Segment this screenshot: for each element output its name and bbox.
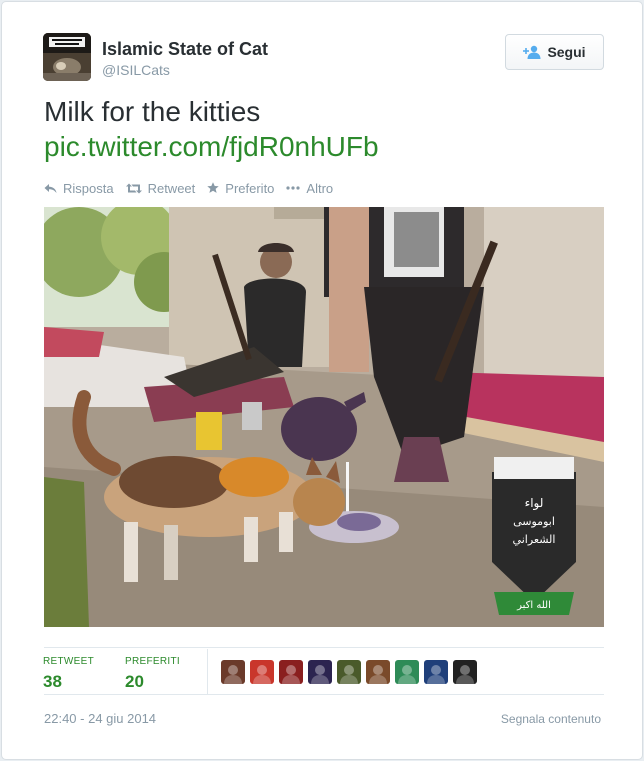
tweet-actions: Risposta Retweet Preferito Altro	[44, 179, 333, 197]
star-icon	[207, 182, 219, 194]
follow-button[interactable]: Segui	[505, 34, 604, 70]
avatar-image	[43, 33, 91, 81]
emblem-banner: الله اكبر	[516, 600, 551, 611]
retweet-stat[interactable]: RETWEET 38	[43, 656, 94, 692]
stats-separator	[207, 649, 208, 694]
retweet-action[interactable]: Retweet	[125, 180, 196, 196]
retweet-label: Retweet	[147, 180, 196, 196]
user-avatar[interactable]	[366, 660, 390, 684]
reply-label: Risposta	[63, 180, 114, 196]
author-avatar[interactable]	[43, 33, 91, 81]
more-label: Altro	[306, 180, 334, 196]
stats-bottom-divider	[44, 694, 604, 695]
retweet-icon	[125, 183, 142, 194]
retweet-count: 38	[43, 672, 62, 691]
user-avatar[interactable]	[308, 660, 332, 684]
emblem-line-3: الشعراني	[513, 533, 556, 546]
favoriting-users	[221, 660, 477, 684]
user-avatar[interactable]	[337, 660, 361, 684]
user-avatar[interactable]	[453, 660, 477, 684]
favorites-count: 20	[125, 672, 144, 691]
photo-illustration: لواء ابوموسى الشعراني الله اكبر	[44, 207, 604, 627]
emblem-line-1: لواء	[525, 496, 544, 511]
author-name[interactable]: Islamic State of Cat	[102, 39, 268, 60]
follow-button-label: Segui	[547, 44, 586, 60]
retweet-stat-label: RETWEET	[43, 656, 94, 667]
more-action[interactable]: Altro	[286, 181, 333, 196]
user-avatar[interactable]	[279, 660, 303, 684]
report-content-link[interactable]: Segnala contenuto	[501, 712, 601, 726]
stats-top-divider	[44, 647, 604, 648]
more-icon	[286, 186, 301, 190]
tweet-text: Milk for the kitties	[44, 96, 261, 127]
tweet-timestamp[interactable]: 22:40 - 24 giu 2014	[44, 711, 156, 726]
favorites-stat[interactable]: PREFERITI 20	[125, 656, 180, 692]
favorites-stat-label: PREFERITI	[125, 656, 180, 667]
favorite-label: Preferito	[225, 180, 275, 196]
reply-action[interactable]: Risposta	[44, 181, 114, 196]
add-user-icon	[523, 45, 541, 59]
user-avatar[interactable]	[424, 660, 448, 684]
emblem-line-2: ابوموسى	[513, 515, 555, 528]
tweet-card: Islamic State of Cat @ISILCats Segui Mil…	[1, 1, 643, 760]
user-avatar[interactable]	[395, 660, 419, 684]
tweet-media-link[interactable]: pic.twitter.com/fjdR0nhUFb	[44, 130, 379, 164]
reply-icon	[44, 183, 57, 194]
user-avatar[interactable]	[250, 660, 274, 684]
tweet-photo[interactable]: لواء ابوموسى الشعراني الله اكبر	[44, 207, 604, 627]
user-avatar[interactable]	[221, 660, 245, 684]
author-handle[interactable]: @ISILCats	[102, 62, 170, 78]
favorite-action[interactable]: Preferito	[207, 181, 274, 196]
